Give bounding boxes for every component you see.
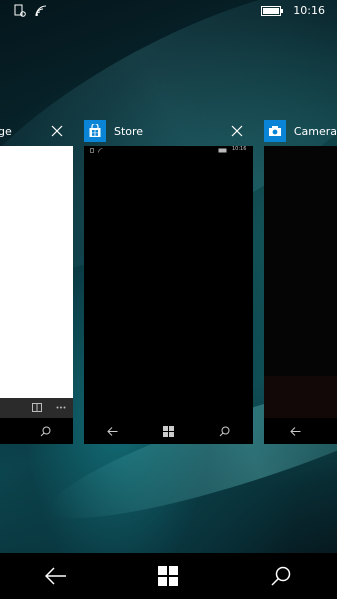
page-content-preview xyxy=(0,146,73,398)
back-icon xyxy=(290,426,301,436)
preview-nav-bar xyxy=(264,418,337,444)
close-task-button[interactable] xyxy=(228,122,246,140)
browser-toolbar-preview xyxy=(0,398,73,418)
mini-battery-icon xyxy=(218,148,227,153)
navigation-bar xyxy=(0,553,337,599)
more-icon xyxy=(56,406,66,409)
close-icon xyxy=(231,125,243,137)
mini-time: 10:16 xyxy=(232,146,247,152)
battery-icon xyxy=(261,5,284,16)
status-icons-right: 10:16 xyxy=(261,4,325,17)
task-title: Store xyxy=(114,124,144,138)
start-button[interactable] xyxy=(148,556,188,596)
task-preview[interactable] xyxy=(264,146,337,444)
search-icon xyxy=(219,426,230,436)
task-header: Camera xyxy=(264,120,337,142)
mini-notification-icon xyxy=(90,148,94,153)
back-icon xyxy=(106,426,118,436)
mini-wifi-icon xyxy=(98,148,103,153)
search-button[interactable] xyxy=(261,556,301,596)
reading-view-icon xyxy=(32,403,42,412)
search-icon xyxy=(271,566,291,586)
task-preview[interactable] xyxy=(0,146,73,444)
camera-icon xyxy=(268,126,281,136)
camera-preview-dark xyxy=(264,376,337,418)
wifi-icon xyxy=(35,5,47,17)
preview-nav-bar xyxy=(0,418,73,444)
windows-start-icon xyxy=(162,425,174,437)
store-app-icon xyxy=(84,120,106,142)
status-time: 10:16 xyxy=(293,4,325,17)
task-title: Camera xyxy=(293,124,337,138)
close-icon xyxy=(51,125,63,137)
windows-start-icon xyxy=(158,566,179,586)
preview-nav-bar xyxy=(84,418,253,444)
back-icon xyxy=(45,567,67,585)
store-icon xyxy=(89,124,101,137)
status-bar: 10:16 xyxy=(0,0,337,24)
mini-status-bar: 10:16 xyxy=(84,146,253,154)
close-task-button[interactable] xyxy=(48,122,66,140)
search-icon xyxy=(40,426,51,436)
task-preview[interactable]: 10:16 xyxy=(84,146,253,444)
status-icons-left xyxy=(14,4,48,17)
back-button[interactable] xyxy=(36,556,76,596)
task-title: ge xyxy=(0,124,12,138)
notification-icon xyxy=(14,4,26,17)
camera-app-icon xyxy=(264,120,286,142)
